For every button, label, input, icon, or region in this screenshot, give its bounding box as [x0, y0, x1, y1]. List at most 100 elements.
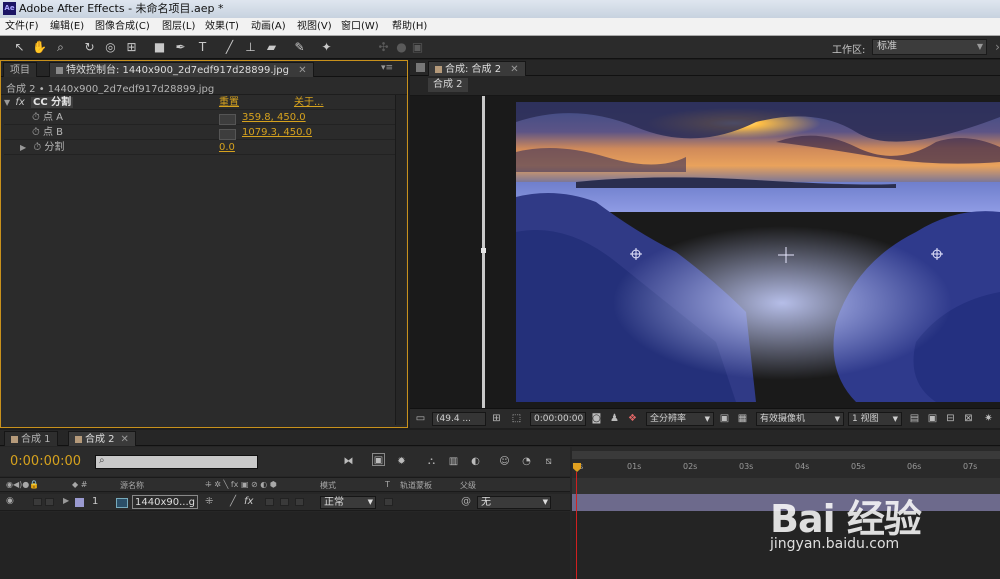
pen-tool-icon[interactable]: ✒: [173, 40, 188, 55]
hide-shy-icon[interactable]: ⛬: [425, 455, 438, 468]
point-b-value[interactable]: 1079.3, 450.0: [242, 125, 312, 140]
layer-name[interactable]: 1440x90...g: [132, 495, 198, 509]
point-a-value[interactable]: 359.8, 450.0: [242, 110, 306, 125]
selection-tool-icon[interactable]: ↖: [12, 40, 27, 55]
puppet-tool-icon[interactable]: ✦: [319, 40, 334, 55]
stopwatch-icon[interactable]: ⏱: [32, 112, 40, 123]
switch-box[interactable]: [280, 498, 289, 506]
close-icon[interactable]: ✕: [121, 434, 129, 445]
layer-row[interactable]: ◉ ▶ 1 1440x90...g ⁜ ╱ fx 正常 ▼ @ 无 ▼: [0, 494, 570, 511]
draft-3d-icon[interactable]: ✹: [395, 455, 408, 468]
zoom-tool-icon[interactable]: ⌕: [53, 40, 68, 55]
col-source-name[interactable]: 源名称: [120, 480, 144, 491]
motion-blur-icon[interactable]: ◐: [469, 455, 482, 468]
exposure-icon[interactable]: ✷: [982, 412, 995, 425]
menu-view[interactable]: 视图(V): [297, 18, 332, 36]
layer-search-input[interactable]: ⌕: [95, 455, 258, 469]
menu-edit[interactable]: 编辑(E): [50, 18, 84, 36]
fast-preview-icon[interactable]: ▣: [718, 412, 731, 425]
expand-triangle-icon[interactable]: ▶: [63, 496, 69, 505]
effect-name[interactable]: CC 分割: [30, 97, 74, 108]
parent-dropdown[interactable]: 无 ▼: [477, 496, 551, 509]
comp-viewport[interactable]: [410, 96, 1000, 408]
type-tool-icon[interactable]: T: [195, 40, 210, 55]
timeline-timecode[interactable]: 0:00:00:00: [10, 454, 81, 469]
timeline-icon[interactable]: ⊟: [944, 412, 957, 425]
close-icon[interactable]: ✕: [510, 64, 518, 75]
graph-editor-icon[interactable]: ⧅: [542, 455, 555, 468]
close-icon[interactable]: ✕: [298, 65, 306, 76]
brush-tool-icon[interactable]: ╱: [222, 40, 237, 55]
col-parent[interactable]: 父级: [460, 480, 476, 491]
comp-breadcrumb[interactable]: 合成 2: [428, 78, 468, 92]
live-update-icon[interactable]: ▣: [372, 453, 385, 466]
resolution-dropdown[interactable]: 全分辨率 ▼: [646, 412, 714, 426]
fx-icon[interactable]: fx: [15, 97, 24, 108]
workspace-dropdown[interactable]: 标准 ▼: [872, 39, 987, 55]
always-preview-icon[interactable]: ▭: [414, 412, 427, 425]
lock-icon[interactable]: [416, 63, 425, 72]
menu-animation[interactable]: 动画(A): [251, 18, 286, 36]
split-value[interactable]: 0.0: [219, 140, 235, 155]
roto-brush-tool-icon[interactable]: ✎: [292, 40, 307, 55]
stopwatch-icon[interactable]: ⏱: [32, 127, 40, 138]
panel-grip-icon[interactable]: ›: [990, 40, 1000, 55]
snapshot-icon[interactable]: ◙: [590, 412, 603, 425]
expand-triangle-icon[interactable]: ▼: [4, 98, 10, 107]
col-track-matte[interactable]: 轨道蒙板: [400, 480, 432, 491]
channel-icon[interactable]: ❖: [626, 412, 639, 425]
brainstorm-icon[interactable]: ☺: [498, 455, 511, 468]
panel-menu-icon[interactable]: ▾≡: [381, 63, 393, 73]
lock-toggle[interactable]: [45, 498, 54, 506]
label-color-swatch[interactable]: [75, 498, 84, 507]
region-of-interest-icon[interactable]: ⬚: [510, 412, 523, 425]
frame-blending-icon[interactable]: ▥: [447, 455, 460, 468]
tab-composition[interactable]: 合成: 合成 2 ✕: [428, 61, 526, 76]
scrollbar[interactable]: [395, 95, 406, 425]
show-snapshot-icon[interactable]: ♟: [608, 412, 621, 425]
quality-switch-icon[interactable]: ╱: [230, 496, 236, 507]
flowchart-icon[interactable]: ⊠: [962, 412, 975, 425]
time-navigator[interactable]: [572, 451, 1000, 459]
stopwatch-icon[interactable]: ⏱: [33, 142, 41, 153]
tab-comp-1[interactable]: 合成 1: [4, 431, 58, 446]
auto-keyframe-icon[interactable]: ◔: [520, 455, 533, 468]
zoom-dropdown[interactable]: (49.4 ...: [432, 412, 486, 426]
switch-box[interactable]: [295, 498, 304, 506]
tab-effect-controls[interactable]: 特效控制台: 1440x900_2d7edf917d28899.jpg ✕: [49, 62, 314, 77]
switch-box[interactable]: [265, 498, 274, 506]
solo-toggle[interactable]: [33, 498, 42, 506]
expand-triangle-icon[interactable]: ▶: [20, 143, 26, 152]
pan-behind-tool-icon[interactable]: ⊞: [124, 40, 139, 55]
split-handle[interactable]: [481, 248, 486, 253]
toggle-pixel-icon[interactable]: ▤: [908, 412, 921, 425]
menu-effect[interactable]: 效果(T): [205, 18, 239, 36]
rectangle-tool-icon[interactable]: ■: [152, 40, 167, 55]
reset-exposure-icon[interactable]: ▣: [926, 412, 939, 425]
menu-file[interactable]: 文件(F): [5, 18, 39, 36]
col-mode[interactable]: 模式: [320, 480, 336, 491]
hand-tool-icon[interactable]: ✋: [32, 40, 47, 55]
blend-mode-dropdown[interactable]: 正常 ▼: [320, 496, 376, 509]
tab-comp-2[interactable]: 合成 2 ✕: [68, 431, 136, 446]
menu-window[interactable]: 窗口(W): [341, 18, 379, 36]
viewer-timecode[interactable]: 0:00:00:00: [530, 412, 586, 426]
reset-link[interactable]: 重置: [219, 95, 239, 110]
view-layout-dropdown[interactable]: 1 视图 ▼: [848, 412, 902, 426]
composition-mini-flowchart-icon[interactable]: ⧓: [342, 455, 355, 468]
pick-whip-icon[interactable]: @: [461, 496, 471, 507]
camera-dropdown[interactable]: 有效摄像机 ▼: [756, 412, 844, 426]
menu-layer[interactable]: 图层(L): [162, 18, 195, 36]
shy-switch-icon[interactable]: ⁜: [205, 496, 213, 507]
clone-stamp-tool-icon[interactable]: ⊥: [243, 40, 258, 55]
fit-icon[interactable]: ⊞: [490, 412, 503, 425]
menu-help[interactable]: 帮助(H): [392, 18, 427, 36]
transparency-grid-icon[interactable]: ▦: [736, 412, 749, 425]
tab-project[interactable]: 项目: [3, 62, 37, 77]
about-link[interactable]: 关于...: [294, 95, 324, 110]
preserve-transparency-toggle[interactable]: [384, 498, 393, 506]
eraser-tool-icon[interactable]: ▰: [264, 40, 279, 55]
eye-icon[interactable]: ◉: [6, 496, 14, 506]
fx-icon[interactable]: fx: [244, 496, 253, 507]
rotate-tool-icon[interactable]: ↻: [82, 40, 97, 55]
